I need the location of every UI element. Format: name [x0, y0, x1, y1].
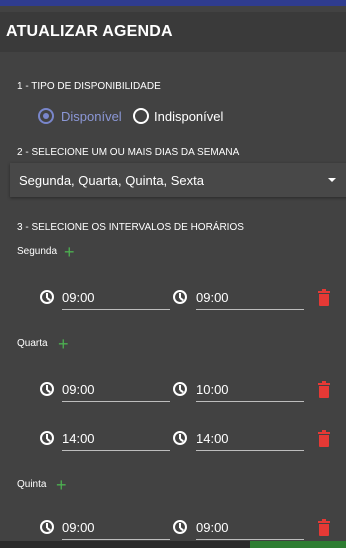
start-clock-icon — [40, 431, 54, 445]
bottom-action-strip — [0, 541, 346, 548]
delete-interval-trash-icon[interactable] — [318, 430, 330, 448]
add-interval-quarta-plus-icon[interactable]: + — [58, 335, 69, 353]
end-time-input[interactable]: 10:00 — [196, 381, 304, 402]
start-time-input[interactable]: 09:00 — [62, 519, 170, 540]
update-schedule-dialog: ATUALIZAR AGENDA 1 - TIPO DE DISPONIBILI… — [0, 0, 346, 548]
dropdown-arrow-icon[interactable] — [328, 178, 336, 182]
end-clock-icon — [173, 290, 187, 304]
start-time-input[interactable]: 09:00 — [62, 381, 170, 402]
end-clock-icon — [173, 382, 187, 396]
top-accent-bar — [0, 0, 346, 6]
dialog-header: ATUALIZAR AGENDA — [0, 12, 346, 52]
end-time-input[interactable]: 14:00 — [196, 430, 304, 451]
weekdays-section-label: 2 - SELECIONE UM OU MAIS DIAS DA SEMANA — [17, 147, 240, 158]
delete-interval-trash-icon[interactable] — [318, 289, 330, 307]
weekdays-selected-value: Segunda, Quarta, Quinta, Sexta — [19, 173, 205, 188]
end-clock-icon — [173, 520, 187, 534]
dialog-title: ATUALIZAR AGENDA — [6, 23, 173, 40]
radio-available[interactable] — [38, 108, 54, 124]
radio-unavailable[interactable] — [133, 108, 149, 124]
intervals-section-label: 3 - SELECIONE OS INTERVALOS DE HORÁRIOS — [17, 222, 244, 233]
day-label-quinta: Quinta — [17, 479, 47, 490]
availability-section-label: 1 - TIPO DE DISPONIBILIDADE — [17, 81, 161, 92]
delete-interval-trash-icon[interactable] — [318, 519, 330, 537]
start-clock-icon — [40, 382, 54, 396]
start-clock-icon — [40, 520, 54, 534]
add-interval-quinta-plus-icon[interactable]: + — [56, 476, 67, 494]
end-clock-icon — [173, 431, 187, 445]
end-time-input[interactable]: 09:00 — [196, 289, 304, 310]
day-label-segunda: Segunda — [17, 246, 58, 257]
add-interval-segunda-plus-icon[interactable]: + — [64, 243, 75, 261]
start-clock-icon — [40, 290, 54, 304]
start-time-input[interactable]: 14:00 — [62, 430, 170, 451]
radio-available-label[interactable]: Disponível — [61, 109, 122, 124]
radio-unavailable-label[interactable]: Indisponível — [154, 109, 223, 124]
weekdays-select[interactable]: Segunda, Quarta, Quinta, Sexta — [10, 163, 346, 197]
day-label-quarta: Quarta — [17, 338, 48, 349]
delete-interval-trash-icon[interactable] — [318, 381, 330, 399]
start-time-input[interactable]: 09:00 — [62, 289, 170, 310]
end-time-input[interactable]: 09:00 — [196, 519, 304, 540]
